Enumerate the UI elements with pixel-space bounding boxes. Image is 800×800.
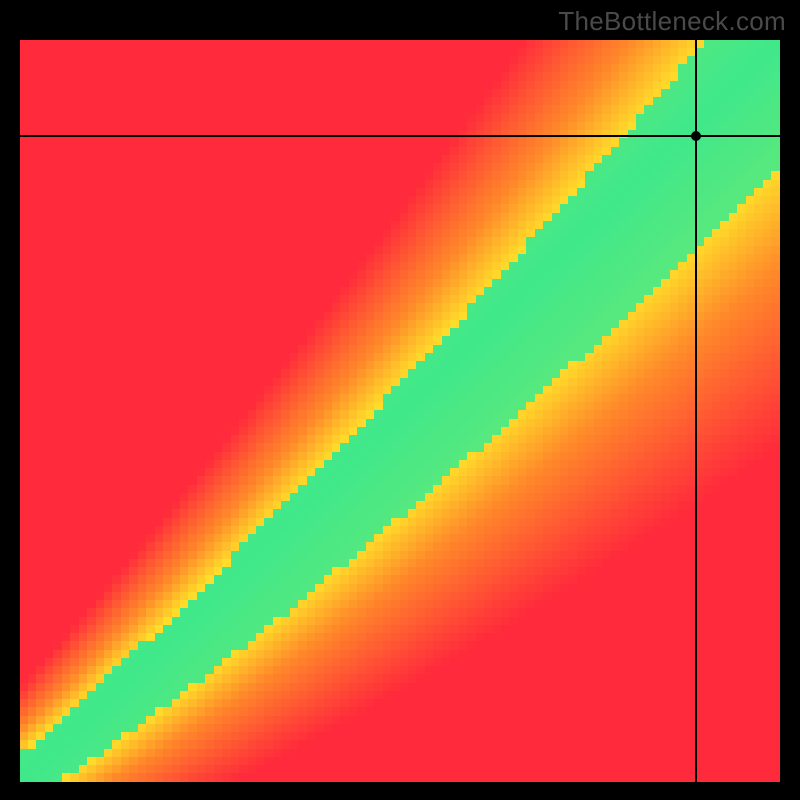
crosshair-horizontal (20, 135, 780, 137)
chart-frame: TheBottleneck.com (0, 0, 800, 800)
heatmap-plot-area (20, 40, 780, 782)
crosshair-vertical (695, 40, 697, 782)
watermark-text: TheBottleneck.com (558, 6, 786, 37)
heatmap-canvas (20, 40, 780, 782)
crosshair-marker-dot (691, 131, 701, 141)
